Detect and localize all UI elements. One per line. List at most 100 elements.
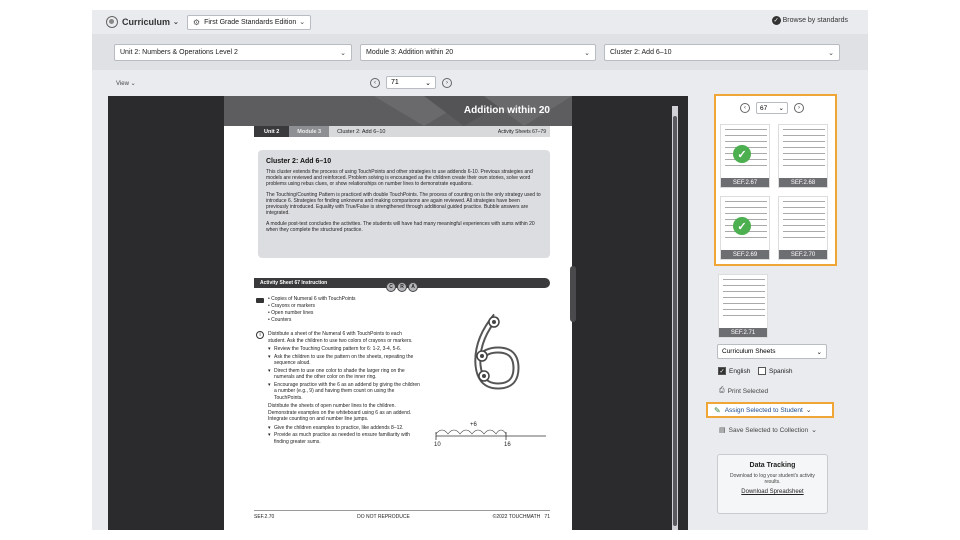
scrollbar-thumb[interactable] <box>673 116 677 526</box>
list-item: Provide as much practice as needed to en… <box>268 432 421 445</box>
number-line-start-label: 10 <box>434 442 441 448</box>
thumbnail-panel: ‹ 67 ⌄ › ✓ SEF.2.67 SEF.2.68 ✓ SEF.2.69 … <box>714 94 837 266</box>
footer-notice: DO NOT REPRODUCE <box>357 514 410 520</box>
thumbnail-sheet[interactable]: SEF.2.70 <box>778 196 828 260</box>
list-item: • Counters <box>268 317 292 323</box>
thumbnail-sheet[interactable]: SEF.2.71 <box>718 274 768 338</box>
print-label: Print Selected <box>727 387 769 395</box>
chevron-down-icon: ⌄ <box>811 427 817 434</box>
chevron-down-icon: ⌄ <box>584 49 590 57</box>
unit-select[interactable]: Unit 2: Numbers & Operations Level 2 ⌄ <box>114 44 352 61</box>
instructions: i Distribute a sheet of the Numeral 6 wi… <box>256 331 421 447</box>
thumbnail-navigator: ‹ 67 ⌄ › <box>740 102 804 114</box>
view-menu[interactable]: View ⌄ <box>116 80 136 87</box>
page-tabs: Unit 2 Module 3 Cluster 2: Add 6–10 Acti… <box>254 126 550 137</box>
gear-icon: ⚙ <box>192 17 201 27</box>
download-spreadsheet-link[interactable]: Download Spreadsheet <box>718 489 827 495</box>
page-footer: SEF.2.70 DO NOT REPRODUCE ©2022 TOUCHMAT… <box>254 510 550 520</box>
page-select[interactable]: 71 ⌄ <box>386 76 436 89</box>
sheets-type-select[interactable]: Curriculum Sheets ⌄ <box>717 344 827 359</box>
chevron-down-icon: ⌄ <box>828 49 834 57</box>
spanish-checkbox[interactable]: Spanish <box>758 367 793 375</box>
chevron-down-icon: ⌄ <box>778 105 784 112</box>
chevron-down-icon: ⌄ <box>340 49 346 57</box>
cluster-heading: Cluster 2: Add 6–10 <box>266 158 332 165</box>
list-item: Encourage practice with the 6 as an adde… <box>268 382 421 402</box>
chevron-down-icon: ⌄ <box>816 348 822 356</box>
cluster-summary: Cluster 2: Add 6–10 This cluster extends… <box>258 150 550 258</box>
prev-page-button[interactable]: ‹ <box>370 77 380 88</box>
chevron-down-icon: ⌄ <box>805 407 812 414</box>
thumbnail-sheet[interactable]: ✓ SEF.2.69 <box>720 196 770 260</box>
next-page-button[interactable]: › <box>442 77 452 88</box>
app-window: Curriculum ⌄ ⚙ First Grade Standards Edi… <box>92 10 868 530</box>
cra-badge: R <box>397 282 407 292</box>
edition-label: First Grade Standards Edition <box>204 18 297 26</box>
cra-badge: A <box>408 282 418 292</box>
thumbnail-label: SEF.2.69 <box>721 250 769 259</box>
check-circle-icon: ✓ <box>771 16 781 25</box>
edition-select[interactable]: ⚙ First Grade Standards Edition ⌄ <box>186 14 312 30</box>
curriculum-menu[interactable]: Curriculum ⌄ <box>106 16 179 28</box>
thumbnail-page-select[interactable]: 67 ⌄ <box>756 102 788 114</box>
checkbox-unchecked-icon <box>758 367 766 375</box>
filter-bar: Unit 2: Numbers & Operations Level 2 ⌄ M… <box>92 34 868 70</box>
instruction-paragraph: Distribute a sheet of the Numeral 6 with… <box>268 331 413 344</box>
module-select-value: Module 3: Addition within 20 <box>366 49 454 56</box>
cluster-paragraph: This cluster extends the process of usin… <box>266 169 533 187</box>
list-item: • Open number lines <box>268 310 314 316</box>
list-item: Ask the children to use the pattern on t… <box>268 354 421 367</box>
tab-unit: Unit 2 <box>254 126 290 137</box>
chevron-down-icon: ⌄ <box>173 19 179 26</box>
curriculum-logo-icon <box>106 16 118 28</box>
page-select-value: 71 <box>391 79 399 86</box>
save-to-collection-button[interactable]: ▤ Save Selected to Collection ⌄ <box>719 426 817 435</box>
viewer-scrollbar[interactable] <box>672 106 678 530</box>
cluster-select-value: Cluster 2: Add 6–10 <box>610 49 672 56</box>
page-title: Addition within 20 <box>463 105 550 116</box>
english-label: English <box>729 367 751 375</box>
info-icon: i <box>256 331 264 339</box>
cluster-paragraph: A module post-test concludes the activit… <box>266 221 535 233</box>
thumbnail-prev-button[interactable]: ‹ <box>740 103 750 113</box>
number-line-illustration: +6 10 16 <box>434 422 546 448</box>
footer-copyright: ©2022 TOUCHMATH 71 <box>492 514 550 520</box>
assign-selected-button[interactable]: ✎ Assign Selected to Student ⌄ <box>706 402 834 418</box>
thumbnail-label: SEF.2.67 <box>721 178 769 187</box>
print-selected-button[interactable]: ⎙ Print Selected <box>719 387 768 395</box>
instruction-paragraph: Distribute the sheets of open number lin… <box>268 403 412 422</box>
brand-label: Curriculum <box>122 17 171 27</box>
cluster-select[interactable]: Cluster 2: Add 6–10 ⌄ <box>604 44 840 61</box>
thumbnail-label: SEF.2.68 <box>779 178 827 187</box>
chevron-down-icon: ⌄ <box>425 79 431 87</box>
list-item: • Crayons or markers <box>268 303 316 309</box>
checkbox-checked-icon: ✓ <box>718 367 726 375</box>
spanish-label: Spanish <box>769 367 793 375</box>
chevron-down-icon: ⌄ <box>299 19 306 26</box>
checkmark-icon: ✓ <box>733 145 751 163</box>
english-checkbox[interactable]: ✓ English <box>718 367 750 375</box>
printer-icon: ⎙ <box>719 387 725 394</box>
thumbnail-next-button[interactable]: › <box>794 103 804 113</box>
checkmark-icon: ✓ <box>733 217 751 235</box>
tab-module: Module 3 <box>289 126 330 137</box>
view-label: View <box>116 81 129 87</box>
list-item: Review the Touching Counting pattern for… <box>268 346 421 353</box>
browse-by-standards-link[interactable]: ✓ Browse by standards <box>771 16 848 25</box>
unit-select-value: Unit 2: Numbers & Operations Level 2 <box>120 49 238 56</box>
bookmark-icon: ▤ <box>719 427 726 434</box>
cra-badge: C <box>386 282 396 292</box>
thumbnail-sheet[interactable]: SEF.2.68 <box>778 124 828 188</box>
page-drag-handle[interactable] <box>570 266 576 322</box>
activity-sheets-range: Activity Sheets 67–79 <box>497 128 546 135</box>
footer-code: SEF.2.70 <box>254 514 275 520</box>
materials-list: • Copies of Numeral 6 with TouchPoints •… <box>256 296 406 324</box>
thumbnail-label: SEF.2.70 <box>779 250 827 259</box>
list-item: • Copies of Numeral 6 with TouchPoints <box>268 296 356 302</box>
module-select[interactable]: Module 3: Addition within 20 ⌄ <box>360 44 596 61</box>
document-page: Addition within 20 Unit 2 Module 3 Clust… <box>224 96 572 530</box>
number-line-end-label: 16 <box>504 442 511 448</box>
page-header: Addition within 20 <box>224 96 572 126</box>
thumbnail-sheet[interactable]: ✓ SEF.2.67 <box>720 124 770 188</box>
document-viewer[interactable]: Addition within 20 Unit 2 Module 3 Clust… <box>108 96 688 530</box>
